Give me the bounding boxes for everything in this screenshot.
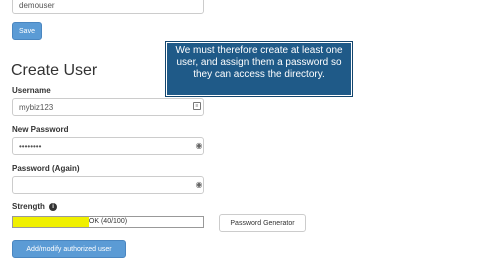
new-password-label: New Password <box>12 125 69 134</box>
strength-text: OK (40/100) <box>88 218 128 225</box>
password-again-input[interactable] <box>12 176 204 194</box>
create-user-heading: Create User <box>11 62 98 79</box>
previous-username-input[interactable] <box>12 0 204 14</box>
username-label: Username <box>12 86 51 95</box>
annotation-callout: We must therefore create at least one us… <box>165 41 353 97</box>
password-strength-meter: OK (40/100) <box>12 216 204 228</box>
save-button[interactable]: Save <box>12 22 42 40</box>
info-icon[interactable]: i <box>49 202 58 211</box>
add-modify-authorized-user-button[interactable]: Add/modify authorized user <box>12 240 126 258</box>
username-input[interactable] <box>12 98 204 116</box>
strength-label: Strength i <box>12 202 58 211</box>
eye-icon[interactable]: ◉ <box>194 180 204 190</box>
eye-icon[interactable]: ◉ <box>194 141 204 151</box>
contact-card-icon: ≡ <box>193 102 201 110</box>
new-password-input[interactable] <box>12 137 204 155</box>
password-again-label: Password (Again) <box>12 164 80 173</box>
strength-label-text: Strength <box>12 202 45 211</box>
password-generator-button[interactable]: Password Generator <box>219 214 306 232</box>
